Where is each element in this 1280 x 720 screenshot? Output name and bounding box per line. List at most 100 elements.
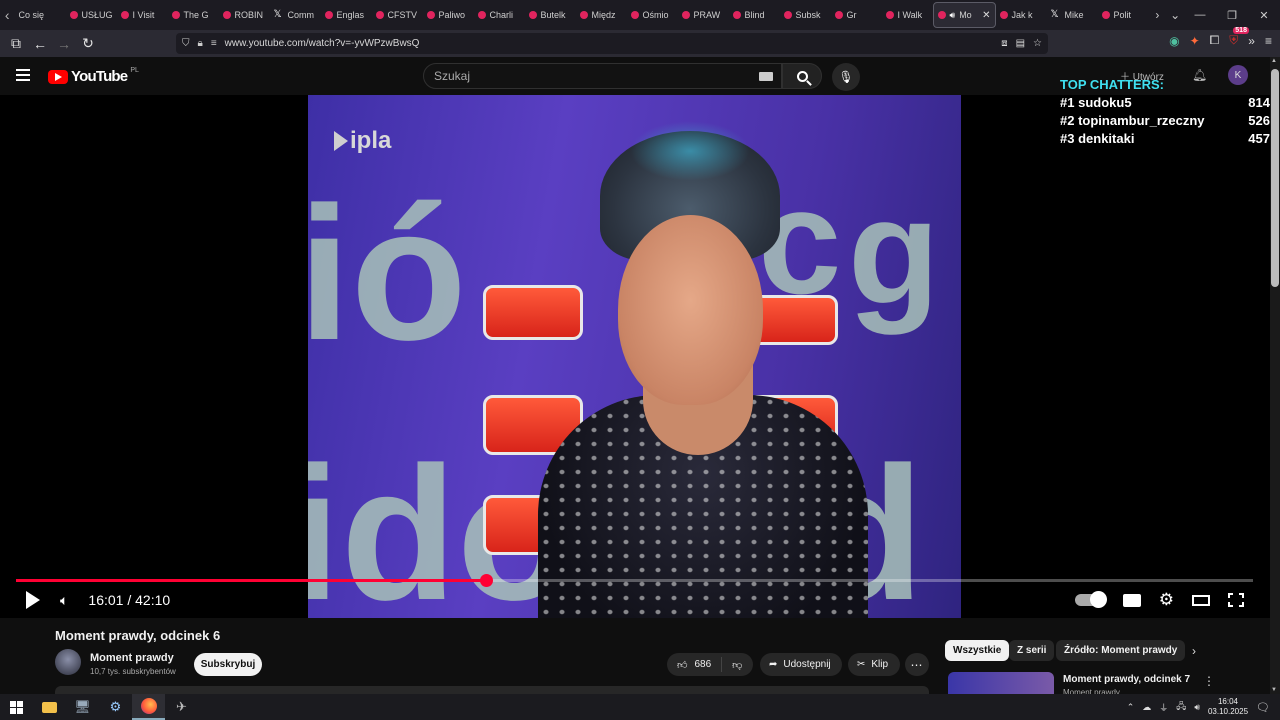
browser-tab[interactable]: 𝕏 Mike	[1047, 2, 1098, 28]
permissions-icon[interactable]: ≡	[211, 38, 217, 49]
browser-tab[interactable]: Englas	[321, 2, 372, 28]
vpn-extension-icon[interactable]: ◉	[1169, 34, 1179, 48]
browser-tab[interactable]: PRAW	[678, 2, 729, 28]
channel-avatar[interactable]	[55, 649, 81, 675]
browser-tab[interactable]: Subsk	[780, 2, 831, 28]
voice-search-button[interactable]: 🎙︎	[832, 63, 860, 91]
progress-scrubber[interactable]	[480, 574, 494, 587]
back-icon[interactable]: ←	[28, 32, 52, 56]
url-text[interactable]: www.youtube.com/watch?v=-yvWPzwBwsQ	[225, 38, 994, 49]
browser-tab[interactable]: Międz	[576, 2, 627, 28]
tray-expand-icon[interactable]: ⌃	[1127, 702, 1135, 713]
chatter-name: denkitaki	[1078, 131, 1135, 146]
autoplay-toggle[interactable]	[1074, 591, 1107, 608]
clock[interactable]: 16:04 03.10.2025	[1208, 697, 1248, 717]
reader-view-icon[interactable]: ▤	[1016, 38, 1025, 49]
browser-tab[interactable]: USŁUG	[66, 2, 117, 28]
browser-tab[interactable]: Co się	[15, 2, 66, 28]
volume-icon[interactable]: 🔈︎	[60, 592, 68, 609]
video-player[interactable]: ió c g ido d ipla 🔈︎ 16:01 / 42:10 ⚙	[0, 95, 1270, 618]
speaker-icon[interactable]: 🔊︎	[1194, 702, 1200, 713]
play-icon[interactable]	[26, 591, 40, 609]
share-button[interactable]: ➦ Udostępnij	[760, 653, 842, 676]
more-actions-button[interactable]: ⋯	[905, 653, 929, 676]
chips-next-icon[interactable]: ›	[1192, 644, 1196, 658]
browser-tab[interactable]: Charli	[474, 2, 525, 28]
tab-audio-icon[interactable]: 🔊︎	[950, 10, 956, 21]
settings-gear-icon[interactable]: ⚙	[1159, 590, 1174, 610]
theater-mode-icon[interactable]	[1192, 594, 1210, 606]
fullscreen-icon[interactable]	[1228, 593, 1244, 607]
recommendation-thumbnail[interactable]	[948, 672, 1054, 694]
browser-tab[interactable]: Blind	[729, 2, 780, 28]
scroll-down-icon[interactable]: ▼	[1271, 687, 1277, 693]
app-icon[interactable]: ✈	[165, 694, 198, 720]
fox-extension-icon[interactable]: ✦	[1190, 34, 1200, 48]
browser-tab[interactable]: CFSTV	[372, 2, 423, 28]
puzzle-extensions-icon[interactable]: ⧠	[1210, 33, 1220, 48]
ublock-extension-icon[interactable]: ⛨ 518	[1229, 27, 1249, 48]
minimize-icon[interactable]: —	[1184, 9, 1216, 22]
browser-tab[interactable]: Butelk	[525, 2, 576, 28]
list-all-tabs-icon[interactable]: ⌄	[1166, 8, 1184, 22]
browser-tab[interactable]: I Walk	[882, 2, 933, 28]
scrollbar-thumb[interactable]	[1271, 69, 1279, 287]
reload-icon[interactable]: ↻	[76, 32, 100, 56]
description-box[interactable]	[55, 686, 929, 694]
channel-name[interactable]: Moment prawdy	[90, 652, 174, 664]
browser-tab[interactable]: The G	[168, 2, 219, 28]
lock-icon[interactable]: 🔒︎	[198, 38, 203, 49]
progress-bar[interactable]	[16, 574, 1253, 587]
file-explorer-icon[interactable]	[33, 694, 66, 720]
close-window-icon[interactable]: ✕	[1248, 9, 1280, 22]
like-button[interactable]: 👍︎ 686	[667, 657, 723, 672]
browser-tab[interactable]: Ośmio	[627, 2, 678, 28]
browser-tab[interactable]: ROBIN	[219, 2, 270, 28]
search-button[interactable]	[782, 63, 822, 89]
scroll-up-icon[interactable]: ▲	[1271, 58, 1277, 64]
recommendation-menu-icon[interactable]: ⋮	[1203, 674, 1215, 688]
chip-all[interactable]: Wszystkie	[945, 640, 1010, 661]
clip-button[interactable]: ✂ Klip	[848, 653, 900, 676]
browser-tab[interactable]: I Visit	[117, 2, 168, 28]
browser-tab[interactable]: Polit	[1098, 2, 1149, 28]
tab-active[interactable]: 🔊︎ Mo ✕	[932, 2, 996, 28]
browser-tab[interactable]: Paliwo	[423, 2, 474, 28]
tab-scroll-left-icon[interactable]: ‹	[0, 0, 15, 30]
notifications-icon[interactable]: 🗨︎	[1256, 701, 1270, 714]
recommendation-title[interactable]: Moment prawdy, odcinek 7	[1063, 674, 1190, 685]
network-icon[interactable]: 🖧︎	[1176, 699, 1186, 715]
browser-tab[interactable]: Gr	[831, 2, 882, 28]
browser-tab[interactable]: 𝕏 Comm	[270, 2, 321, 28]
chip-from-series[interactable]: Z serii	[1009, 640, 1055, 661]
usb-icon[interactable]: ⏚	[1159, 701, 1168, 714]
chip-from-source[interactable]: Źródło: Moment prawdy	[1056, 640, 1186, 661]
tab-close-icon[interactable]: ✕	[982, 10, 990, 21]
video-frame[interactable]: ió c g ido d ipla	[308, 95, 961, 618]
maximize-icon[interactable]: ❐	[1216, 9, 1248, 22]
tab-scroll-right-icon[interactable]: ›	[1149, 8, 1167, 22]
dislike-button[interactable]: 👎︎	[722, 659, 752, 671]
app-menu-icon[interactable]: ≡	[1265, 34, 1272, 48]
youtube-logo[interactable]: YouTube PL	[48, 67, 139, 85]
overflow-chevrons-icon[interactable]: »	[1248, 34, 1255, 48]
search-input[interactable]: Szukaj	[423, 63, 782, 89]
computer-icon[interactable]: 🖥︎	[66, 694, 99, 720]
onedrive-icon[interactable]: ☁	[1142, 702, 1151, 713]
browser-tab[interactable]: Jak k	[996, 2, 1047, 28]
firefox-icon[interactable]	[132, 694, 165, 720]
forward-icon[interactable]: →	[52, 32, 76, 56]
sidebar-toggle-icon[interactable]: ⧉	[4, 32, 28, 56]
tab-label: CFSTV	[387, 10, 418, 20]
picture-in-picture-icon[interactable]: ⧈	[1001, 38, 1007, 49]
steam-icon[interactable]: ⚙	[99, 694, 132, 720]
keyboard-icon[interactable]	[759, 72, 773, 81]
start-button[interactable]	[0, 694, 33, 720]
page-scrollbar[interactable]: ▲ ▼	[1270, 57, 1280, 694]
bookmark-star-icon[interactable]: ☆	[1033, 38, 1042, 49]
tracking-shield-icon[interactable]: ⛉	[182, 38, 190, 49]
url-bar[interactable]: ⛉ 🔒︎ ≡ www.youtube.com/watch?v=-yvWPzwBw…	[176, 33, 1048, 54]
subtitles-icon[interactable]	[1122, 593, 1141, 607]
menu-icon[interactable]	[16, 69, 30, 81]
subscribe-button[interactable]: Subskrybuj	[194, 653, 262, 676]
